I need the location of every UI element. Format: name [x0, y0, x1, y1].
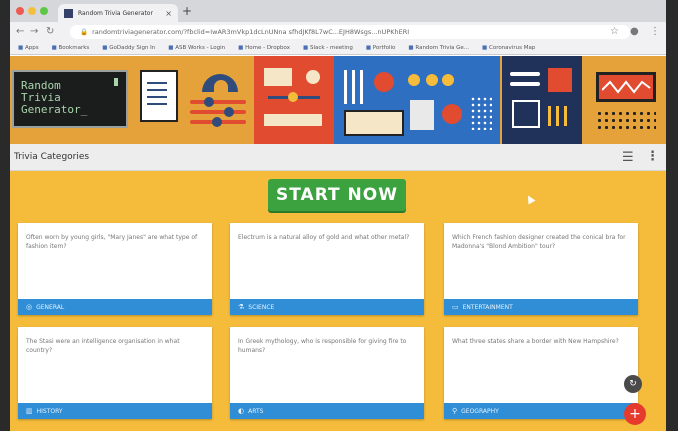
- address-toolbar: ← → ↻ 🔒 randomtriviagenerator.com/?fbclid…: [10, 22, 666, 42]
- trivia-card-science[interactable]: Electrum is a natural alloy of gold and …: [230, 223, 424, 315]
- palette-icon: ◐: [238, 407, 245, 415]
- profile-icon[interactable]: ●: [630, 26, 639, 37]
- maximize-window-icon[interactable]: [40, 7, 48, 15]
- card-category: ▭ ENTERTAINMENT: [444, 299, 638, 315]
- add-fab-button[interactable]: +: [624, 403, 646, 425]
- bookmark-item[interactable]: Home - Dropbox: [238, 45, 290, 51]
- hero-banner: Random Trivia Generator_: [10, 56, 666, 144]
- card-question: Often worn by young girls, "Mary Janes" …: [26, 234, 198, 250]
- logo-cursor-icon: [114, 78, 118, 86]
- card-category: ◎ GENERAL: [18, 299, 212, 315]
- card-question: The Stasi were an intelligence organisat…: [26, 338, 180, 354]
- waveform-icon: [602, 80, 651, 94]
- reload-icon[interactable]: ↻: [46, 26, 54, 37]
- tv-icon: ▭: [452, 303, 459, 311]
- bookmark-item[interactable]: Apps: [18, 45, 39, 51]
- card-question: In Greek mythology, who is responsible f…: [238, 338, 407, 354]
- url-text: randomtriviagenerator.com/?fbclid=IwAR3m…: [92, 28, 410, 36]
- menu-dots-icon[interactable]: ⋮: [650, 26, 660, 37]
- card-category: ▥ HISTORY: [18, 403, 212, 419]
- trivia-main: START NOW Often worn by young girls, "Ma…: [10, 171, 666, 431]
- card-question: Electrum is a natural alloy of gold and …: [238, 234, 410, 241]
- trivia-card-history[interactable]: The Stasi were an intelligence organisat…: [18, 327, 212, 419]
- trivia-card-arts[interactable]: In Greek mythology, who is responsible f…: [230, 327, 424, 419]
- list-view-icon[interactable]: ☰: [622, 150, 634, 165]
- category-label: ARTS: [248, 408, 264, 415]
- equalizer-illustration: [334, 56, 500, 144]
- minimize-window-icon[interactable]: [28, 7, 36, 15]
- close-window-icon[interactable]: [16, 7, 24, 15]
- bookmarks-bar: Apps Bookmarks GoDaddy Sign In ASB Works…: [10, 42, 666, 55]
- trivia-card-geography[interactable]: What three states share a border with Ne…: [444, 327, 638, 419]
- category-label: HISTORY: [36, 408, 63, 415]
- tab-title: Random Trivia Generator: [78, 9, 153, 17]
- oscilloscope-illustration: [582, 56, 666, 144]
- map-pin-icon: ⚲: [452, 407, 458, 415]
- url-field[interactable]: 🔒 randomtriviagenerator.com/?fbclid=IwAR3…: [70, 25, 630, 39]
- bookmark-item[interactable]: Bookmarks: [52, 45, 90, 51]
- lock-icon: 🔒: [80, 28, 89, 36]
- card-question: Which French fashion designer created th…: [452, 234, 626, 250]
- bookmark-item[interactable]: Random Trivia Ge...: [408, 45, 469, 51]
- bookmark-item[interactable]: ASB Works - Login: [168, 45, 225, 51]
- tab-bar: Random Trivia Generator × +: [10, 0, 666, 22]
- mouse-cursor-icon: [524, 193, 536, 205]
- start-now-button[interactable]: START NOW: [268, 179, 406, 211]
- new-tab-button[interactable]: +: [182, 4, 192, 18]
- card-category: ⚲ GEOGRAPHY: [444, 403, 638, 419]
- browser-tab[interactable]: Random Trivia Generator ×: [58, 4, 178, 22]
- site-logo[interactable]: Random Trivia Generator_: [12, 70, 128, 128]
- back-icon[interactable]: ←: [16, 26, 24, 37]
- bookmark-item[interactable]: Portfolio: [366, 45, 396, 51]
- tab-close-icon[interactable]: ×: [165, 9, 172, 18]
- browser-window: Random Trivia Generator × + ← → ↻ 🔒 rando…: [10, 0, 666, 431]
- circuit-illustration: [254, 56, 334, 144]
- category-label: GEOGRAPHY: [461, 408, 499, 415]
- trivia-card-general[interactable]: Often worn by young girls, "Mary Janes" …: [18, 223, 212, 315]
- column-icon: ▥: [26, 407, 33, 415]
- category-label: ENTERTAINMENT: [462, 304, 513, 311]
- sliders-illustration: [184, 56, 254, 144]
- bookmark-item[interactable]: GoDaddy Sign In: [102, 45, 155, 51]
- document-illustration: [136, 56, 180, 144]
- category-label: SCIENCE: [248, 304, 275, 311]
- page-title: Trivia Categories: [14, 152, 90, 162]
- forward-icon[interactable]: →: [30, 26, 38, 37]
- category-header: Trivia Categories ☰ ⋮: [10, 144, 666, 171]
- trivia-card-entertainment[interactable]: Which French fashion designer created th…: [444, 223, 638, 315]
- refresh-icon[interactable]: ↻: [624, 375, 642, 393]
- card-category: ◐ ARTS: [230, 403, 424, 419]
- logo-text: Random Trivia Generator_: [21, 79, 88, 116]
- globe-icon: ◎: [26, 303, 33, 311]
- flask-icon: ⚗: [238, 303, 245, 311]
- gauges-illustration: [502, 56, 582, 144]
- card-question: What three states share a border with Ne…: [452, 338, 619, 345]
- more-options-icon[interactable]: ⋮: [646, 149, 659, 164]
- bookmark-item[interactable]: Slack - meeting: [303, 45, 353, 51]
- card-category: ⚗ SCIENCE: [230, 299, 424, 315]
- favicon-icon: [64, 8, 73, 18]
- bookmark-item[interactable]: Coronavirus Map: [482, 45, 535, 51]
- bookmark-star-icon[interactable]: ☆: [610, 26, 619, 37]
- category-label: GENERAL: [36, 304, 65, 311]
